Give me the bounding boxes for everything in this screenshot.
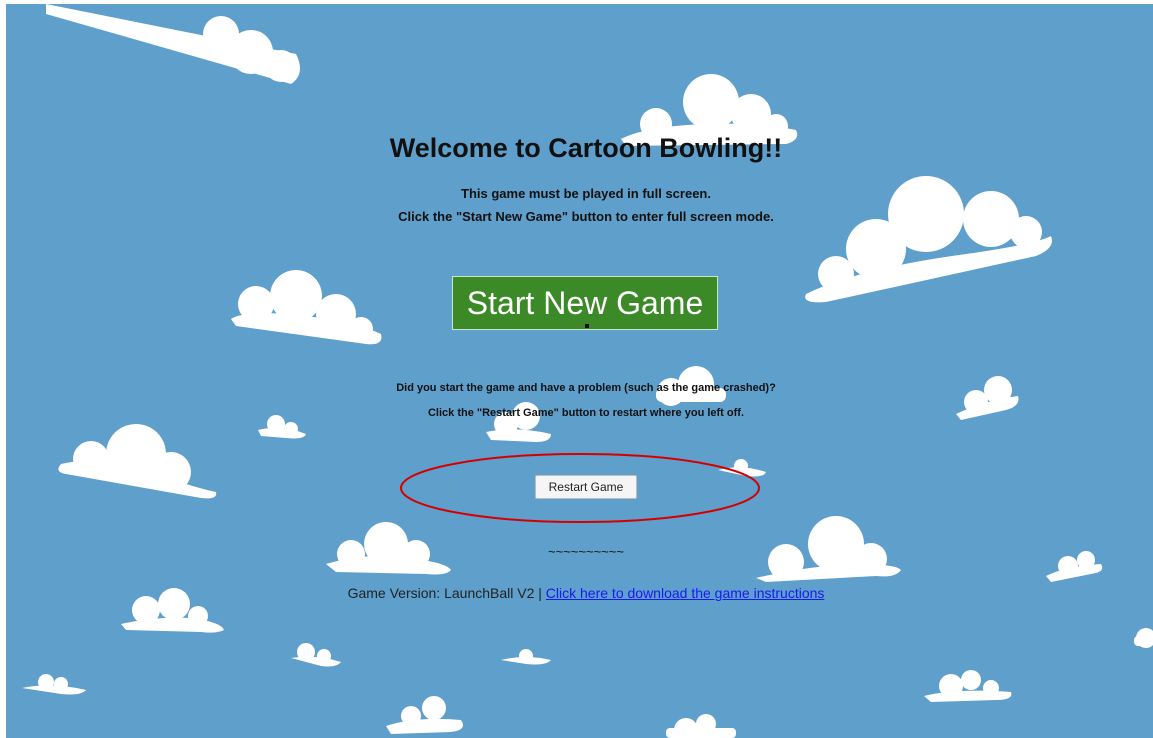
page-title: Welcome to Cartoon Bowling!! — [389, 133, 783, 163]
divider: ~~~~~~~~~~ — [548, 544, 624, 559]
start-instruction: Click the "Start New Game" button to ent… — [398, 209, 774, 224]
mouse-cursor-icon — [585, 324, 589, 328]
game-version-text: Game Version: LaunchBall V2 | — [347, 585, 546, 601]
restart-game-button[interactable]: Restart Game — [535, 475, 637, 499]
content-layer: Welcome to Cartoon Bowling!! This game m… — [6, 4, 1153, 738]
instructions-download-link[interactable]: Click here to download the game instruct… — [546, 585, 825, 601]
restart-instruction: Click the "Restart Game" button to resta… — [427, 407, 745, 419]
footer: Game Version: LaunchBall V2 | Click here… — [6, 585, 1153, 601]
start-new-game-button[interactable]: Start New Game — [452, 276, 718, 330]
problem-question: Did you start the game and have a proble… — [396, 382, 776, 394]
game-start-page: Welcome to Cartoon Bowling!! This game m… — [6, 4, 1153, 738]
fullscreen-notice: This game must be played in full screen. — [461, 186, 711, 201]
